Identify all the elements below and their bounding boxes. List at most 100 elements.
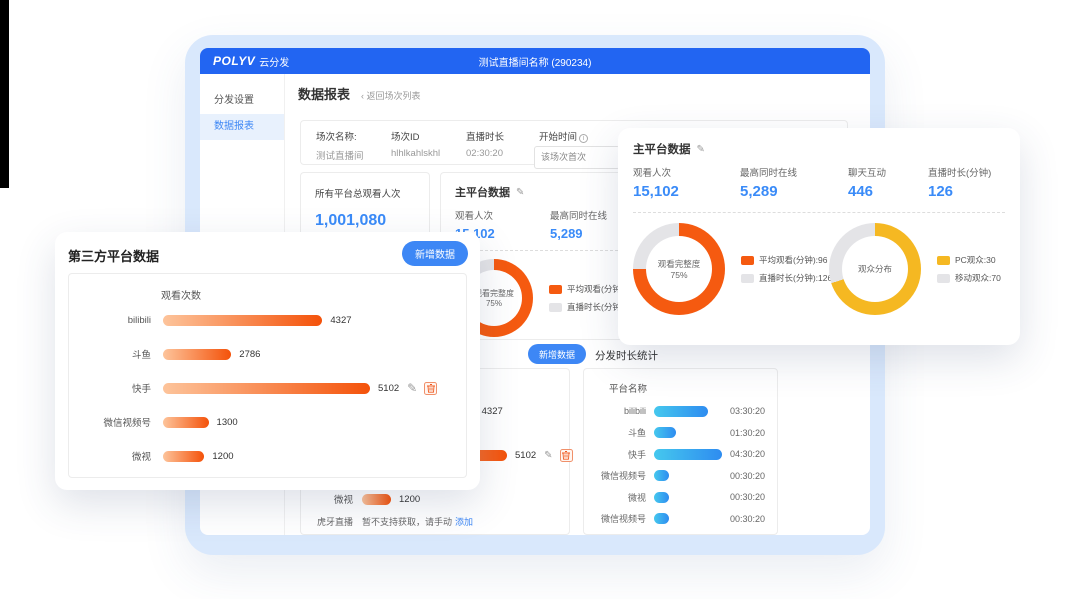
- stat-label: 最高同时在线: [740, 165, 848, 179]
- bar: [163, 315, 322, 326]
- row-icons: ✎: [544, 449, 572, 462]
- main-platform-float-card: 主平台数据 ✎ 观看人次 15,102 最高同时在线 5,289 聊天互动 44…: [618, 128, 1020, 345]
- edit-icon[interactable]: ✎: [697, 144, 705, 155]
- start-time-field: 开始时间i 该场次首次: [539, 129, 629, 164]
- field-value: hlhlkahlskhl: [391, 148, 466, 159]
- bar-track: [654, 406, 722, 417]
- duration-value: 00:30:20: [722, 471, 765, 481]
- distribution-rows: bilibili 03:30:20 斗鱼 01:30:20 快手: [584, 405, 765, 525]
- bar: [654, 449, 722, 460]
- legend-swatch: [937, 256, 950, 265]
- distribution-row: bilibili 03:30:20: [584, 405, 765, 417]
- letterbox-strip: [0, 0, 9, 188]
- stat-peak-online: 最高同时在线 5,289: [740, 165, 848, 200]
- field-label: 直播时长: [466, 129, 539, 143]
- total-views-value: 1,001,080: [315, 212, 415, 230]
- bar-track: [654, 470, 722, 481]
- donut-label: 观看完整度: [658, 258, 701, 270]
- bar-label: 快手: [69, 381, 151, 395]
- distribution-title: 分发时长统计: [595, 348, 658, 363]
- stat-label: 观看人次: [455, 208, 550, 222]
- delete-icon[interactable]: [560, 449, 573, 462]
- sidebar-item-data-report[interactable]: 数据报表: [200, 114, 284, 140]
- bar-value: 5102: [515, 450, 536, 461]
- bar: [362, 494, 391, 505]
- start-time-dropdown[interactable]: 该场次首次: [534, 146, 620, 169]
- completion-chart: 观看完整度 75% 平均观看(分钟):96 直播时长(分钟):126: [633, 223, 829, 315]
- distribution-row: 微信视频号 00:30:20: [584, 470, 765, 482]
- stat-label: 观看人次: [633, 165, 740, 179]
- field-label: 场次ID: [391, 129, 466, 143]
- edit-icon[interactable]: ✎: [544, 450, 552, 461]
- donut-label: 观众分布: [858, 263, 892, 275]
- room-title: 测试直播间名称 (290234): [200, 54, 870, 69]
- legend-item: 移动观众:70: [937, 272, 1001, 284]
- bar-value: 1300: [217, 417, 238, 428]
- delete-icon[interactable]: [424, 382, 437, 395]
- bar-row: 微视 1200: [69, 450, 466, 462]
- donut-label: 观看完整度: [474, 288, 514, 299]
- edit-icon[interactable]: ✎: [516, 187, 524, 198]
- duration-value: 04:30:20: [722, 449, 765, 459]
- legend-label: 移动观众:70: [955, 272, 1001, 284]
- note-platform: 虎牙直播: [301, 515, 353, 528]
- duration-value: 00:30:20: [722, 514, 765, 524]
- stat-value: 126: [928, 183, 991, 200]
- field-label: 场次名称:: [316, 129, 391, 143]
- live-duration-field: 直播时长 02:30:20: [466, 129, 539, 164]
- legend-swatch: [549, 303, 562, 312]
- total-views-title: 所有平台总观看人次: [315, 186, 415, 200]
- bar-label: 快手: [584, 448, 646, 461]
- completion-donut: 观看完整度 75%: [633, 223, 725, 315]
- bar-track: [654, 427, 722, 438]
- add-manually-link[interactable]: 添加: [455, 515, 473, 528]
- field-value: 测试直播间: [316, 148, 391, 162]
- stat-chat: 聊天互动 446: [848, 165, 928, 200]
- bar-row: 微视 1200: [301, 493, 569, 505]
- bar: [654, 406, 708, 417]
- logo-suffix: 云分发: [259, 54, 289, 69]
- bar: [163, 451, 204, 462]
- field-label-text: 开始时间: [539, 132, 577, 143]
- bar-label: bilibili: [584, 406, 646, 416]
- info-icon[interactable]: i: [579, 134, 588, 143]
- screenshot-canvas: POLYV 云分发 测试直播间名称 (290234) 分发设置 数据报表 数据报…: [0, 0, 1080, 599]
- bar-label: 微信视频号: [584, 469, 646, 482]
- legend-item: PC观众:30: [937, 254, 1001, 266]
- legend-label: 平均观看(分钟):96: [759, 254, 827, 266]
- field-value: 02:30:20: [466, 148, 539, 159]
- add-data-button[interactable]: 新增数据: [528, 344, 586, 364]
- bar-row: 斗鱼 2786: [69, 348, 466, 360]
- legend-swatch: [937, 274, 950, 283]
- bar: [654, 513, 669, 524]
- distribution-row: 微视 00:30:20: [584, 491, 765, 503]
- legend-label: 直播时长(分钟):126: [759, 272, 832, 284]
- logo-text: POLYV: [213, 54, 255, 68]
- bar-row: 快手 5102 ✎: [69, 382, 466, 394]
- bar: [654, 427, 676, 438]
- bar-label: 斗鱼: [69, 347, 151, 361]
- legend-swatch: [741, 256, 754, 265]
- session-id-field: 场次ID hlhlkahlskhl: [391, 129, 466, 164]
- bar-label: 微视: [584, 491, 646, 504]
- bar-label: 微信视频号: [584, 512, 646, 525]
- bar-label: 微视: [301, 492, 353, 506]
- page-title: 数据报表: [298, 84, 350, 103]
- edit-icon[interactable]: ✎: [407, 381, 417, 395]
- unsupported-platform-note: 虎牙直播 暂不支持获取，请手动 添加: [301, 515, 569, 527]
- bar: [163, 417, 209, 428]
- duration-value: 03:30:20: [722, 406, 765, 416]
- bar-value: 2786: [239, 349, 260, 360]
- bar-value: 4327: [330, 315, 351, 326]
- sidebar-item-distribution-settings[interactable]: 分发设置: [200, 88, 284, 114]
- add-data-button[interactable]: 新增数据: [402, 241, 468, 266]
- bar-value: 4327: [482, 406, 503, 417]
- back-to-session-list-link[interactable]: ‹ 返回场次列表: [361, 89, 421, 102]
- stat-value: 5,289: [740, 183, 848, 200]
- bar: [163, 383, 370, 394]
- app-header: POLYV 云分发 测试直播间名称 (290234): [200, 48, 870, 74]
- field-label: 开始时间i: [539, 129, 629, 143]
- distribution-duration-card: 平台名称 bilibili 03:30:20 斗鱼 01:30:20: [583, 368, 778, 535]
- bar-row: bilibili 4327: [69, 314, 466, 326]
- stat-value: 15,102: [633, 183, 740, 200]
